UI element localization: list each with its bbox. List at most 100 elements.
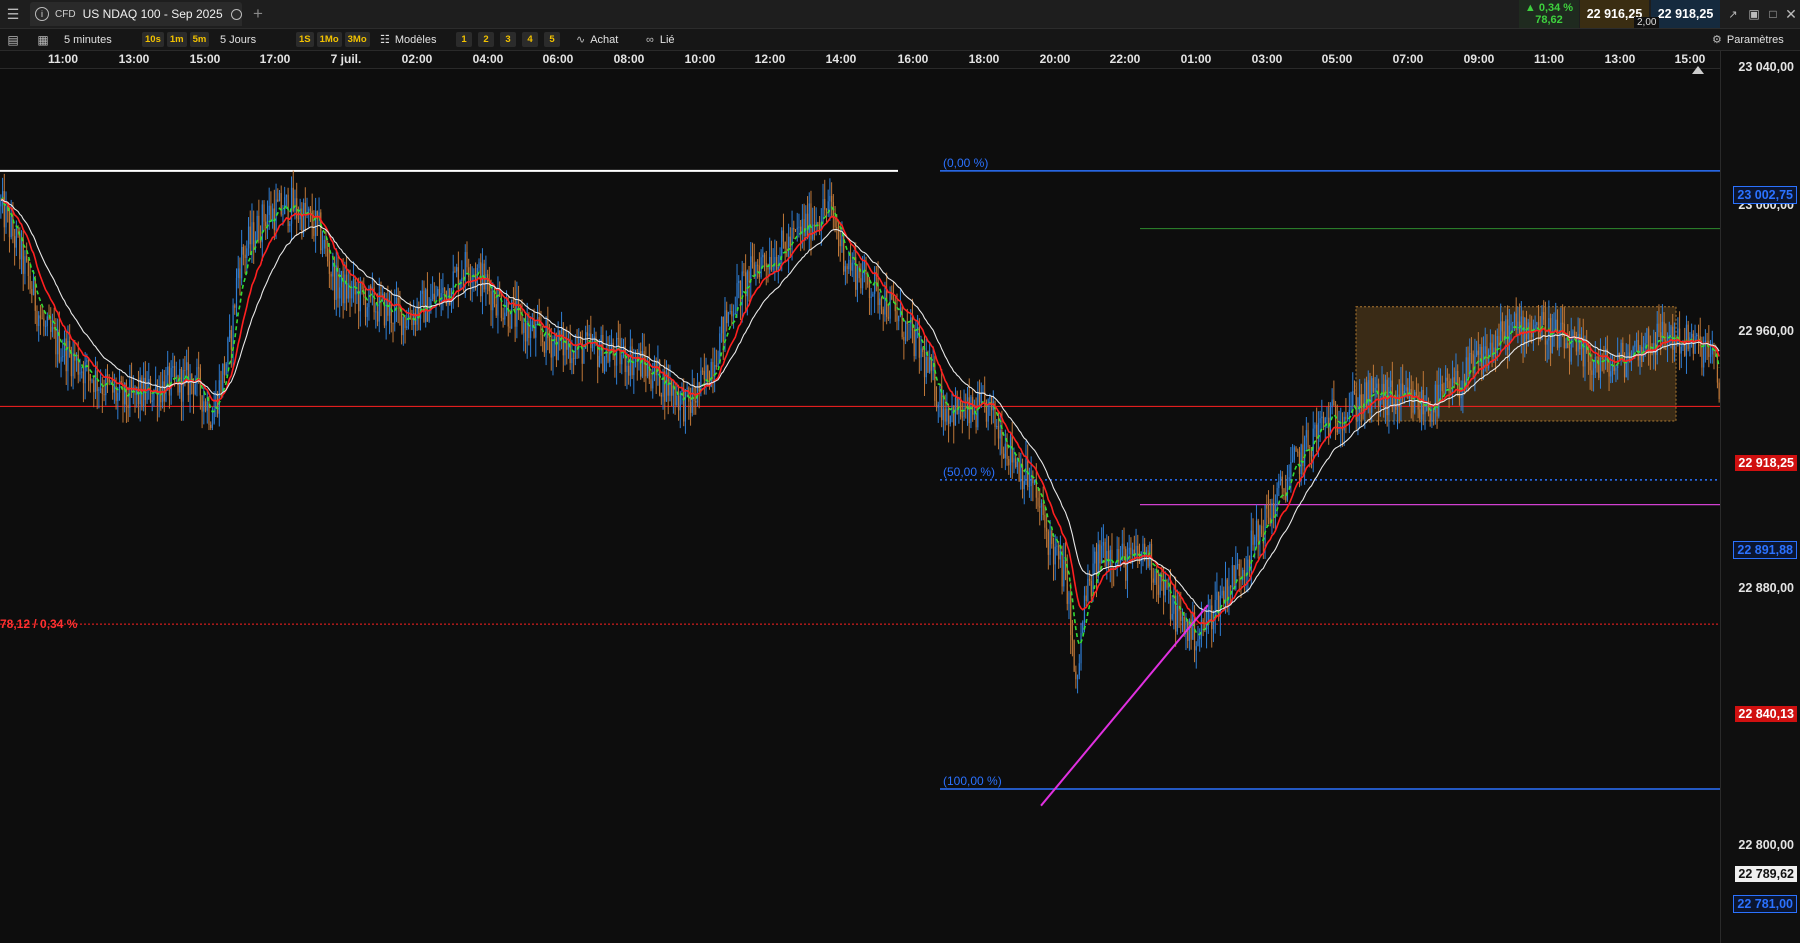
templates-button[interactable]: ☷ Modèles <box>380 31 436 48</box>
ask-price: 22 918,25 <box>1657 7 1714 21</box>
candle-body <box>1574 331 1576 336</box>
candle-body <box>220 380 222 393</box>
candle-body <box>1424 410 1426 415</box>
candle-body <box>27 260 29 277</box>
template-slot-2[interactable]: 2 <box>478 32 494 47</box>
candle-body <box>836 227 838 229</box>
candle-body <box>478 262 480 269</box>
interval-selector[interactable]: 5 minutes <box>64 31 134 48</box>
instrument-name: US NDAQ 100 - Sep 2025 <box>82 7 223 21</box>
candle-body <box>1709 354 1712 357</box>
candle-body <box>1123 543 1125 549</box>
candle-body <box>230 330 232 350</box>
candle-body <box>1634 340 1636 347</box>
instrument-tab[interactable]: i CFD US NDAQ 100 - Sep 2025 <box>30 2 242 26</box>
candle-body <box>1281 476 1283 489</box>
candle-body <box>1300 444 1302 475</box>
candle-body <box>671 379 673 396</box>
candle-body <box>1297 451 1299 453</box>
candle-body <box>849 259 852 271</box>
settings-button[interactable]: ⚙ Paramètres <box>1712 31 1784 48</box>
candle-body <box>696 382 699 403</box>
template-slot-3[interactable]: 3 <box>500 32 516 47</box>
expand-icon[interactable]: ↗ <box>1724 5 1742 23</box>
candle-body <box>201 395 203 412</box>
price-chart[interactable]: (0,00 %) (50,00 %) (100,00 %) 78,12 / 0,34 … <box>0 68 1720 943</box>
info-icon[interactable]: i <box>35 7 49 21</box>
candle-body <box>1144 543 1146 560</box>
preset-1mo[interactable]: 1Mo <box>316 32 342 47</box>
template-slot-1[interactable]: 1 <box>456 32 472 47</box>
template-slot-5[interactable]: 5 <box>544 32 560 47</box>
candle-body <box>953 405 955 426</box>
candle-body <box>1596 356 1598 358</box>
candle-body <box>734 313 736 315</box>
preset-3mo[interactable]: 3Mo <box>344 32 370 47</box>
preset-5m[interactable]: 5m <box>189 32 210 47</box>
candle-body <box>1524 317 1526 345</box>
candle-body <box>1658 323 1660 333</box>
range-label: 5 Jours <box>220 33 257 46</box>
list-icon[interactable]: ▤ <box>4 31 22 48</box>
candle-body <box>880 298 883 310</box>
candle-body <box>812 224 814 240</box>
candle-body <box>130 380 133 392</box>
settings-label: Paramètres <box>1726 33 1784 46</box>
candle-body <box>1087 578 1089 601</box>
candle-body <box>1278 480 1280 489</box>
candle-body <box>490 291 492 311</box>
range-selector[interactable]: 5 Jours <box>220 31 284 48</box>
add-tab-icon[interactable]: + <box>248 4 268 24</box>
candle-body <box>775 256 778 270</box>
candle-body <box>136 386 138 395</box>
candle-body <box>60 357 62 362</box>
candle-body <box>645 364 647 377</box>
scroll-to-latest-icon[interactable] <box>1692 66 1704 74</box>
candle-body <box>870 296 872 299</box>
price-tick: 22 960,00 <box>1738 324 1794 338</box>
candle-body <box>392 323 394 325</box>
candle-body <box>946 408 948 422</box>
candle-body <box>1252 530 1254 545</box>
candle-body <box>1412 400 1414 413</box>
candle-body <box>956 397 958 414</box>
layout-icon[interactable]: ▦ <box>34 31 52 48</box>
candle-body <box>330 273 332 277</box>
candle-body <box>1505 319 1507 339</box>
maximize-icon[interactable]: □ <box>1764 5 1782 23</box>
candle-body <box>249 226 251 245</box>
candle-body <box>1013 458 1015 463</box>
candle-body <box>929 357 931 373</box>
preset-10s[interactable]: 10s <box>142 32 164 47</box>
candle-body <box>552 343 554 358</box>
candle-body <box>726 310 728 324</box>
candle-body <box>1166 580 1168 588</box>
close-icon[interactable]: ✕ <box>1782 5 1800 23</box>
candle-body <box>603 357 606 372</box>
candle-body <box>1543 312 1545 320</box>
link-button[interactable]: ∞ Lié <box>646 31 675 48</box>
candle-body <box>533 321 535 338</box>
candle-body <box>278 193 281 202</box>
chart-pane[interactable]: (0,00 %) (50,00 %) (100,00 %) 78,12 / 0,34 … <box>0 66 1720 943</box>
order-button[interactable]: ∿ Achat <box>576 31 618 48</box>
candle-body <box>1321 416 1323 419</box>
candle-body <box>328 261 330 274</box>
candle-body <box>1235 565 1237 590</box>
candle-body <box>454 271 456 273</box>
candle-body <box>46 316 48 327</box>
candle-body <box>394 304 396 324</box>
candle-body <box>1711 349 1713 355</box>
ask-box[interactable]: 22 918,25 <box>1651 0 1720 28</box>
candle-body <box>1180 611 1182 622</box>
template-slot-4[interactable]: 4 <box>522 32 538 47</box>
detach-icon[interactable]: ▣ <box>1745 5 1763 23</box>
candle-body <box>406 326 408 328</box>
menu-icon[interactable]: ☰ <box>4 5 22 23</box>
price-axis[interactable]: 23 040,00 23 000,00 22 960,00 22 880,00 … <box>1720 51 1800 943</box>
preset-1s[interactable]: 1S <box>296 32 314 47</box>
search-icon[interactable] <box>230 8 242 20</box>
preset-1m[interactable]: 1m <box>166 32 187 47</box>
candle-body <box>1637 340 1639 361</box>
candle-body <box>65 338 67 372</box>
